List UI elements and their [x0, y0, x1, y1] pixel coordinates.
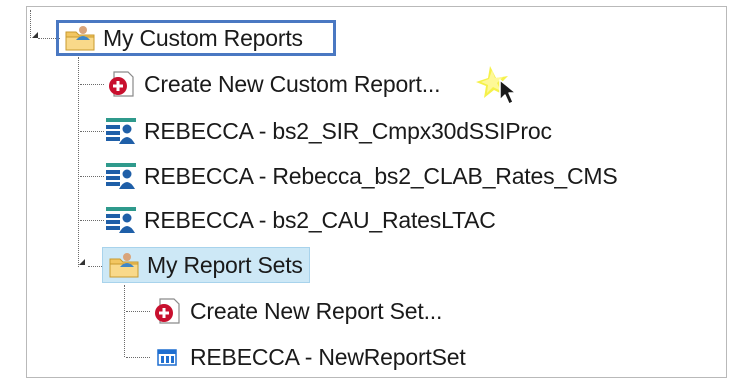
tree-item-report-set[interactable]: REBECCA - NewReportSet — [150, 340, 466, 374]
tree-connector — [80, 131, 104, 132]
report-tree: My Custom Reports Create New Custom Repo… — [0, 0, 736, 385]
tree-connector — [78, 57, 79, 267]
tree-item-create-custom-report[interactable]: Create New Custom Report... — [104, 67, 440, 101]
tree-node-label: Create New Report Set... — [190, 297, 443, 324]
tree-item-report[interactable]: REBECCA - bs2_CAU_RatesLTAC — [104, 203, 496, 237]
tree-item-report[interactable]: REBECCA - Rebecca_bs2_CLAB_Rates_CMS — [104, 159, 618, 193]
create-report-icon — [104, 67, 138, 101]
tree-item-create-report-set[interactable]: Create New Report Set... — [150, 294, 442, 328]
report-icon — [104, 159, 138, 193]
report-icon — [104, 114, 138, 148]
tree-connector — [126, 357, 150, 358]
mouse-cursor-icon — [476, 66, 517, 105]
tree-item-report[interactable]: REBECCA - bs2_SIR_Cmpx30dSSIProc — [104, 114, 552, 148]
tree-connector — [80, 176, 104, 177]
tree-connector — [124, 285, 125, 357]
tree-node-label: REBECCA - bs2_CAU_RatesLTAC — [144, 206, 496, 233]
tree-node-label: REBECCA - NewReportSet — [190, 343, 466, 370]
tree-connector — [126, 311, 150, 312]
tree-node-my-report-sets[interactable]: My Report Sets — [102, 247, 310, 283]
tree-node-label: REBECCA - bs2_SIR_Cmpx30dSSIProc — [144, 117, 552, 144]
tree-node-label: My Custom Reports — [103, 24, 303, 51]
report-set-icon — [150, 340, 184, 374]
report-icon — [104, 203, 138, 237]
tree-node-my-custom-reports[interactable]: My Custom Reports — [56, 20, 336, 56]
tree-node-label: Create New Custom Report... — [144, 70, 441, 97]
create-report-icon — [150, 294, 184, 328]
expand-toggle-icon[interactable] — [32, 32, 38, 38]
tree-node-label: My Report Sets — [147, 251, 303, 278]
tree-connector — [30, 10, 31, 38]
tree-node-label: REBECCA - Rebecca_bs2_CLAB_Rates_CMS — [144, 162, 618, 189]
folder-user-icon — [107, 248, 141, 282]
expand-toggle-icon[interactable] — [79, 259, 85, 265]
tree-connector — [80, 220, 104, 221]
folder-user-icon — [63, 21, 97, 55]
tree-connector — [80, 84, 104, 85]
